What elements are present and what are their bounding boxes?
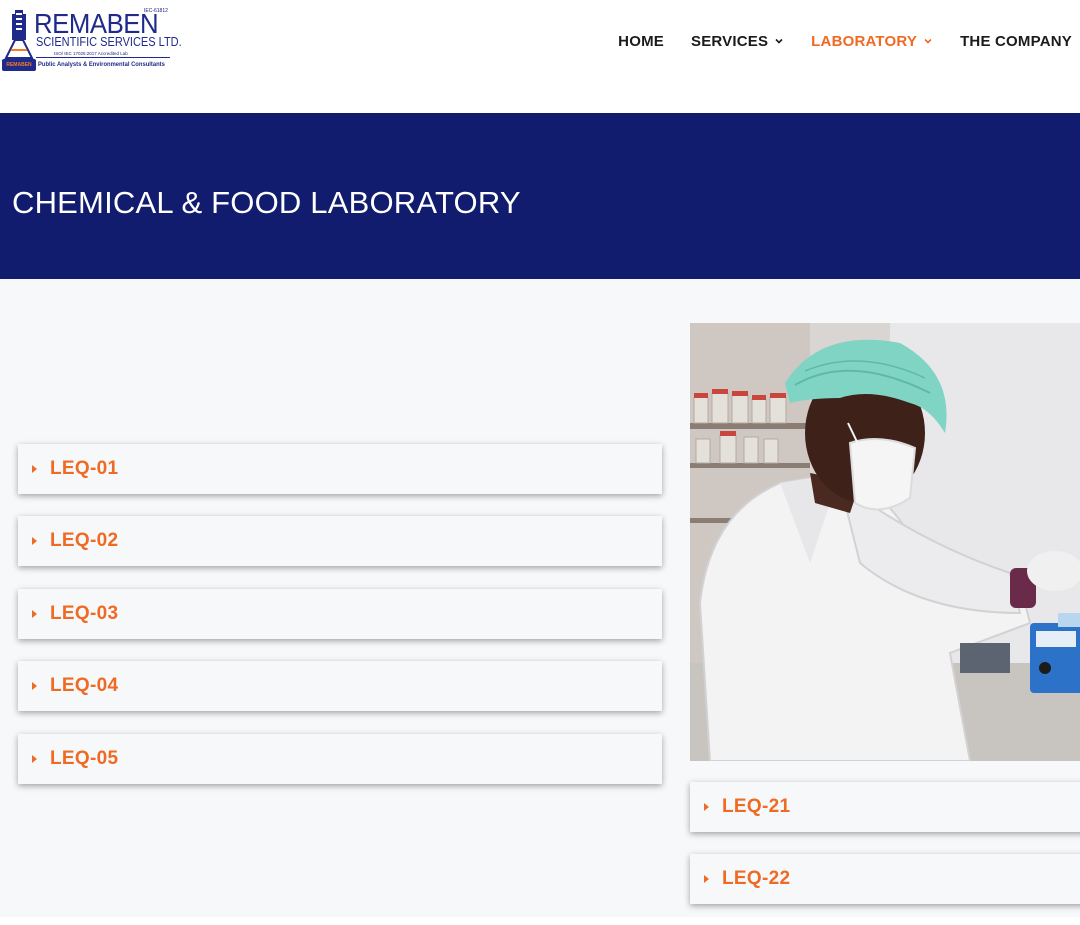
site-logo[interactable]: IEC-61812 REMABEN SCIENTIFIC SERVICES LT… <box>2 8 182 74</box>
caret-right-icon <box>32 537 37 545</box>
nav-item-the-company[interactable]: THE COMPANY <box>960 33 1072 50</box>
logo-divider <box>36 57 170 58</box>
accordion-item-label: LEQ-02 <box>50 530 119 551</box>
accordion-item-label: LEQ-05 <box>50 748 119 769</box>
logo-tagline: Public Analysts & Environmental Consulta… <box>38 61 165 68</box>
accordion-item-label: LEQ-21 <box>722 796 791 817</box>
nav-item-home[interactable]: HOME <box>618 33 664 50</box>
lab-photo-illustration <box>690 323 1080 761</box>
caret-right-icon <box>32 682 37 690</box>
caret-right-icon <box>704 803 709 811</box>
accordion-item-leq-22[interactable]: LEQ-22 <box>690 854 1080 904</box>
caret-right-icon <box>32 610 37 618</box>
lab-technician-photo <box>690 323 1080 761</box>
caret-right-icon <box>704 875 709 883</box>
accordion-item-label: LEQ-03 <box>50 603 119 624</box>
nav-item-services[interactable]: SERVICES <box>691 33 784 50</box>
site-header: IEC-61812 REMABEN SCIENTIFIC SERVICES LT… <box>0 0 1080 113</box>
main-nav: HOME SERVICES LABORATORY THE COMPANY <box>591 31 1080 51</box>
accordion-item-leq-02[interactable]: LEQ-02 <box>18 516 662 566</box>
nav-item-label: SERVICES <box>690 32 769 50</box>
caret-right-icon <box>32 755 37 763</box>
nav-item-label: HOME <box>618 32 664 50</box>
accordion-item-leq-21[interactable]: LEQ-21 <box>690 782 1080 832</box>
logo-badge: REMABEN <box>2 59 36 71</box>
accordion-item-leq-05[interactable]: LEQ-05 <box>18 734 662 784</box>
page-banner: CHEMICAL & FOOD LABORATORY <box>0 113 1080 279</box>
logo-accreditation: ISO/ IEC 17025:2017 Accredited Lab <box>54 51 128 56</box>
nav-item-label: THE COMPANY <box>960 32 1072 50</box>
accordion-item-leq-04[interactable]: LEQ-04 <box>18 661 662 711</box>
page-title: CHEMICAL & FOOD LABORATORY <box>12 185 521 220</box>
chevron-down-icon <box>775 38 783 44</box>
chevron-down-icon <box>924 38 932 44</box>
nav-item-label: LABORATORY <box>811 32 918 50</box>
accordion-item-label: LEQ-22 <box>722 868 791 889</box>
logo-brand-name: REMABEN <box>34 8 159 39</box>
accordion-item-label: LEQ-04 <box>50 675 119 696</box>
accordion-item-leq-03[interactable]: LEQ-03 <box>18 589 662 639</box>
caret-right-icon <box>32 465 37 473</box>
nav-item-laboratory[interactable]: LABORATORY <box>811 33 933 50</box>
logo-subtitle: SCIENTIFIC SERVICES LTD. <box>36 35 182 49</box>
accordion-item-leq-01[interactable]: LEQ-01 <box>18 444 662 494</box>
accordion-item-label: LEQ-01 <box>50 458 119 479</box>
